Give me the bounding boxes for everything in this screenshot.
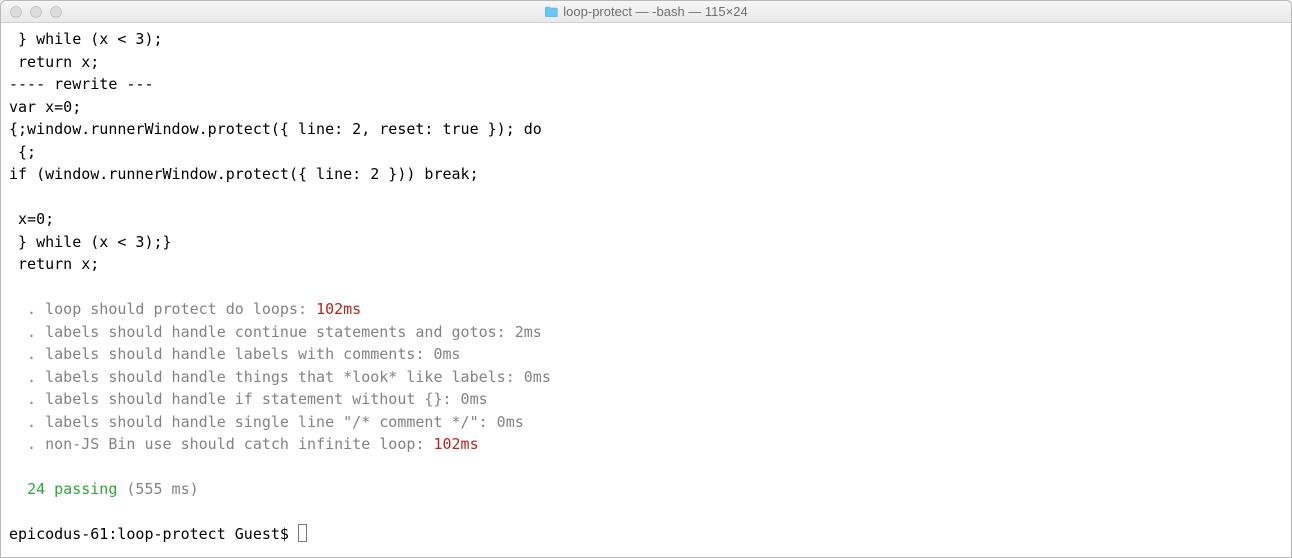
test-bullet: . [9,300,45,318]
test-time: 102ms [433,435,478,453]
test-label: labels should handle labels with comment… [45,345,424,363]
test-bullet: . [9,413,45,431]
test-label: labels should handle continue statements… [45,323,506,341]
close-button[interactable] [10,6,22,18]
test-time: 102ms [316,300,361,318]
code-line: return x; [9,255,99,273]
zoom-button[interactable] [50,6,62,18]
test-time: 0ms [497,413,524,431]
shell-prompt: epicodus-61:loop-protect Guest$ [9,525,298,543]
code-line: {;window.runnerWindow.protect({ line: 2,… [9,120,542,138]
test-bullet: . [9,435,45,453]
test-bullet: . [9,323,45,341]
code-line: {; [9,143,36,161]
test-label: loop should protect do loops: [45,300,307,318]
code-line: return x; [9,53,99,71]
test-label: non-JS Bin use should catch infinite loo… [45,435,424,453]
test-label: labels should handle if statement withou… [45,390,451,408]
terminal-window: loop-protect — -bash — 115×24 } while (x… [0,0,1292,558]
test-time: 0ms [433,345,460,363]
traffic-lights [1,6,62,18]
code-line: } while (x < 3);} [9,233,172,251]
code-line: ---- rewrite --- [9,75,154,93]
summary-duration: (555 ms) [126,480,198,498]
terminal-body[interactable]: } while (x < 3); return x; ---- rewrite … [1,23,1291,557]
code-line: if (window.runnerWindow.protect({ line: … [9,165,479,183]
window-title-area: loop-protect — -bash — 115×24 [544,4,747,19]
code-line: var x=0; [9,98,81,116]
code-line: } while (x < 3); [9,30,163,48]
window-title: loop-protect — -bash — 115×24 [563,4,747,19]
test-bullet: . [9,345,45,363]
test-bullet: . [9,368,45,386]
test-time: 0ms [524,368,551,386]
test-label: labels should handle things that *look* … [45,368,515,386]
test-time: 0ms [461,390,488,408]
test-label: labels should handle single line "/* com… [45,413,488,431]
code-line: x=0; [9,210,54,228]
titlebar[interactable]: loop-protect — -bash — 115×24 [1,1,1291,23]
summary-passing: 24 passing [27,480,117,498]
summary-indent [9,480,27,498]
cursor [298,524,307,542]
folder-icon [544,6,558,17]
minimize-button[interactable] [30,6,42,18]
test-time: 2ms [515,323,542,341]
test-bullet: . [9,390,45,408]
